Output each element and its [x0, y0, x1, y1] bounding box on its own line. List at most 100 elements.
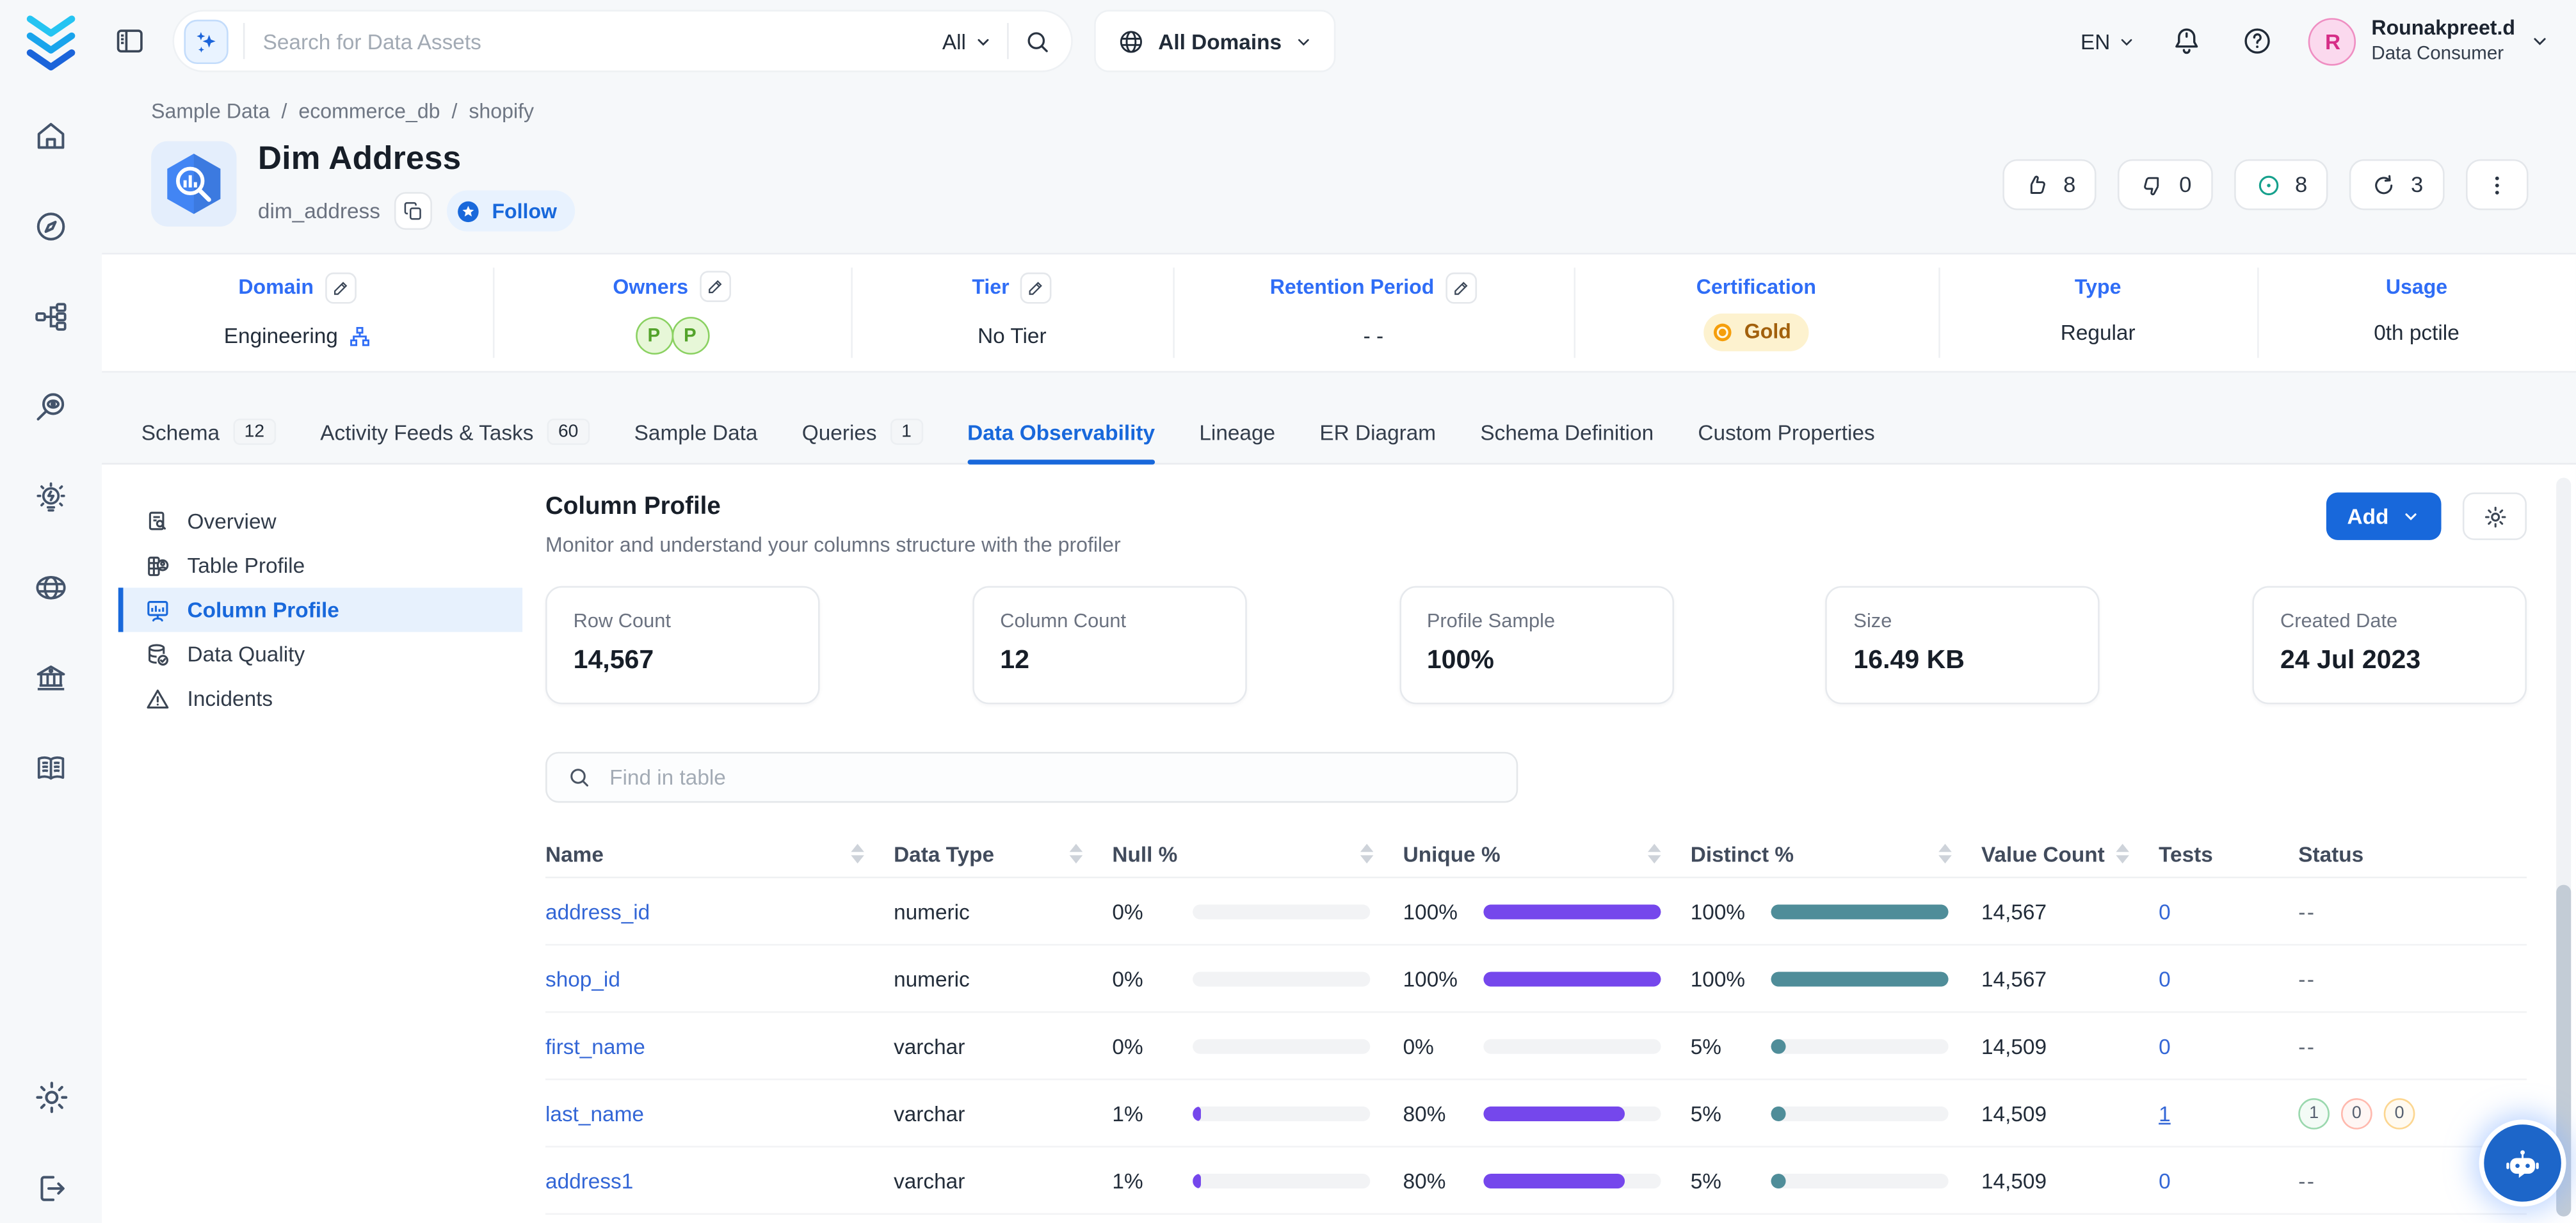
upvote-button[interactable]: 8 [2002, 159, 2097, 211]
home-icon[interactable] [31, 116, 71, 156]
sort-icon[interactable] [1360, 843, 1374, 863]
menu-item-incidents[interactable]: Incidents [118, 676, 522, 721]
col-header-unique[interactable]: Unique % [1403, 842, 1691, 866]
tab-activity-feeds[interactable]: Activity Feeds & Tasks60 [320, 401, 590, 463]
tests-link[interactable]: 0 [2159, 1034, 2171, 1058]
copy-icon[interactable] [395, 192, 433, 230]
col-header-value-count[interactable]: Value Count [1981, 842, 2159, 866]
table-row: address_id numeric 0% 100% 100% 14,567 0… [545, 878, 2527, 945]
language-dropdown[interactable]: EN [2081, 29, 2136, 53]
vertical-scrollbar[interactable] [2556, 477, 2571, 1216]
openmetadata-logo[interactable] [20, 0, 83, 82]
menu-item-table-profile[interactable]: Table Profile [118, 543, 522, 588]
tab-data-observability[interactable]: Data Observability [967, 401, 1155, 463]
version-history-button[interactable]: 3 [2350, 159, 2445, 211]
tests-link[interactable]: 1 [2159, 1101, 2171, 1125]
type-label: Type [2075, 276, 2121, 299]
help-icon[interactable] [2239, 21, 2278, 61]
breadcrumb-item-database[interactable]: ecommerce_db [298, 100, 440, 123]
breadcrumb-item-schema[interactable]: shopify [469, 100, 534, 123]
column-name-link[interactable]: address_id [545, 899, 650, 923]
tests-failed-badge[interactable]: 0 [2341, 1098, 2372, 1129]
col-header-null[interactable]: Null % [1112, 842, 1403, 866]
column-name-link[interactable]: shop_id [545, 966, 620, 991]
search-icon[interactable] [1024, 27, 1052, 55]
observability-search-eye-icon[interactable] [31, 387, 71, 427]
sort-icon[interactable] [2116, 843, 2129, 863]
domains-globe-icon[interactable] [31, 568, 71, 608]
tab-schema-definition[interactable]: Schema Definition [1480, 401, 1654, 463]
notifications-bell-icon[interactable] [2168, 21, 2207, 61]
edit-owners-icon[interactable] [700, 271, 731, 302]
column-name-link[interactable]: first_name [545, 1034, 645, 1058]
all-domains-dropdown[interactable]: All Domains [1094, 10, 1336, 72]
menu-item-column-profile[interactable]: Column Profile [118, 588, 522, 632]
tab-custom-properties[interactable]: Custom Properties [1698, 401, 1874, 463]
sidebar-toggle-icon[interactable] [108, 20, 151, 63]
menu-item-label: Table Profile [188, 553, 305, 577]
edit-tier-icon[interactable] [1021, 272, 1052, 303]
null-pct-value: 1% [1112, 1101, 1178, 1125]
tab-count: 60 [547, 419, 590, 445]
column-name-link[interactable]: last_name [545, 1101, 644, 1125]
menu-item-overview[interactable]: Overview [118, 499, 522, 543]
tests-link[interactable]: 0 [2159, 1168, 2171, 1192]
sort-icon[interactable] [851, 843, 864, 863]
tab-label: ER Diagram [1319, 419, 1436, 444]
sort-icon[interactable] [1938, 843, 1952, 863]
column-name-link[interactable]: address1 [545, 1168, 633, 1192]
col-header-name[interactable]: Name [545, 842, 894, 866]
insights-bulb-icon[interactable] [31, 477, 71, 517]
topbar: All All Domains EN [102, 0, 2576, 82]
breadcrumb-separator: / [282, 100, 287, 123]
sort-icon[interactable] [1648, 843, 1661, 863]
ai-sparkle-icon[interactable] [184, 19, 228, 63]
tab-queries[interactable]: Queries1 [802, 401, 923, 463]
user-menu[interactable]: R Rounakpreet.d Data Consumer [2309, 17, 2550, 66]
follow-button[interactable]: Follow [447, 191, 575, 232]
owner-avatar[interactable]: P [635, 317, 673, 355]
govern-bank-icon[interactable] [31, 659, 71, 698]
downvote-button[interactable]: 0 [2118, 159, 2213, 211]
star-circle-icon [456, 198, 482, 224]
col-header-distinct[interactable]: Distinct % [1691, 842, 1981, 866]
glossary-book-icon[interactable] [31, 749, 71, 788]
ai-chat-bot-button[interactable] [2484, 1124, 2561, 1202]
search-input[interactable] [259, 27, 927, 55]
null-pct-value: 0% [1112, 899, 1178, 923]
null-pct-bar [1193, 971, 1370, 986]
data-type-cell: varchar [894, 1101, 1112, 1125]
menu-item-data-quality[interactable]: Data Quality [118, 632, 522, 676]
tests-aborted-badge[interactable]: 0 [2384, 1098, 2415, 1129]
lineage-graph-icon[interactable] [31, 297, 71, 337]
tests-passed-badge[interactable]: 1 [2298, 1098, 2330, 1129]
more-options-kebab-icon[interactable] [2466, 159, 2529, 211]
col-header-data-type[interactable]: Data Type [894, 842, 1112, 866]
settings-gear-icon[interactable] [31, 1077, 71, 1117]
tab-sample-data[interactable]: Sample Data [634, 401, 758, 463]
breadcrumb-item-service[interactable]: Sample Data [151, 100, 270, 123]
tab-lineage[interactable]: Lineage [1199, 401, 1275, 463]
unique-pct-value: 80% [1403, 1168, 1469, 1192]
edit-retention-icon[interactable] [1445, 272, 1477, 303]
add-button[interactable]: Add [2326, 493, 2441, 540]
sort-icon[interactable] [1070, 843, 1083, 863]
data-type-cell: numeric [894, 899, 1112, 923]
main-column: All All Domains EN [102, 0, 2576, 1223]
add-label: Add [2347, 504, 2389, 528]
profiler-settings-button[interactable] [2463, 493, 2527, 540]
logout-icon[interactable] [31, 1169, 71, 1208]
edit-domain-icon[interactable] [325, 272, 357, 303]
tab-er-diagram[interactable]: ER Diagram [1319, 401, 1436, 463]
explore-compass-icon[interactable] [31, 207, 71, 246]
tests-link[interactable]: 0 [2159, 899, 2171, 923]
owner-avatar[interactable]: P [671, 317, 709, 355]
version-refresh-icon [2371, 172, 2397, 198]
menu-item-label: Data Quality [188, 642, 305, 666]
tests-link[interactable]: 0 [2159, 966, 2171, 991]
search-scope-dropdown[interactable]: All [942, 29, 992, 53]
tab-schema[interactable]: Schema12 [141, 401, 276, 463]
watch-count-button[interactable]: 8 [2234, 159, 2329, 211]
domain-value[interactable]: Engineering [224, 323, 338, 348]
find-in-table-input[interactable] [606, 763, 1497, 792]
